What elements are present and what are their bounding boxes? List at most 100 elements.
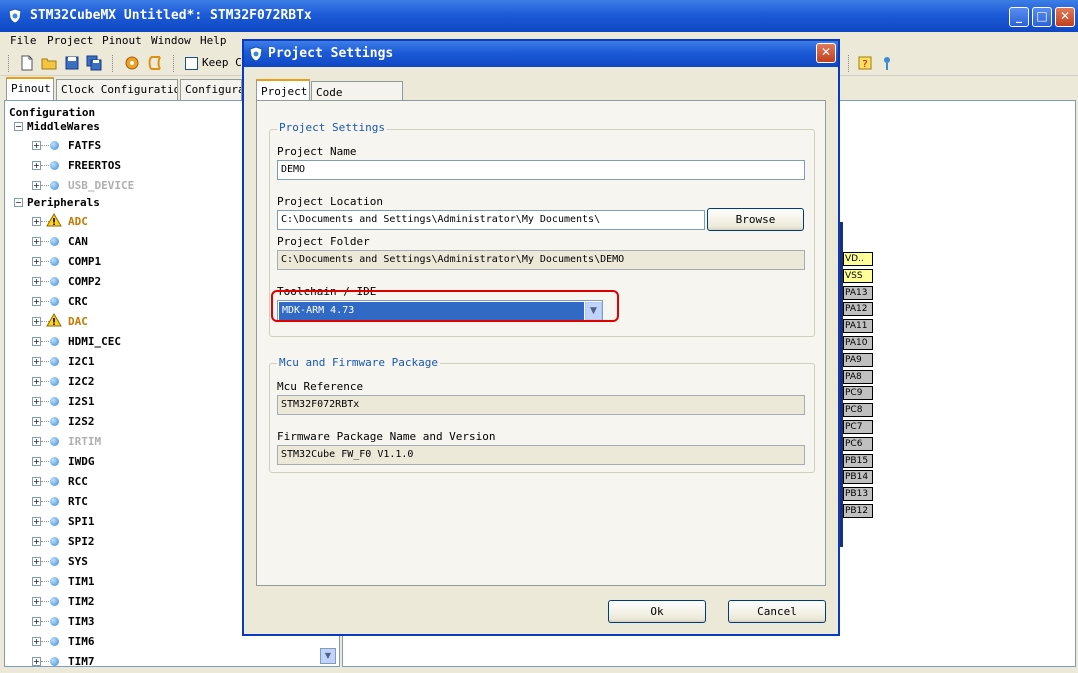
expand-icon[interactable]: + (32, 297, 41, 306)
expand-icon[interactable]: + (32, 181, 41, 190)
peripheral-icon (50, 557, 59, 566)
expand-icon[interactable]: + (32, 557, 41, 566)
save-icon[interactable] (63, 54, 81, 72)
pin-label[interactable]: PA12 (843, 302, 873, 317)
peripheral-icon (50, 257, 59, 266)
menu-pinout[interactable]: Pinout (102, 34, 142, 47)
collapse-icon[interactable]: − (14, 198, 23, 207)
peripheral-icon (50, 237, 59, 246)
project-location-input[interactable]: C:\Documents and Settings\Administrator\… (277, 210, 705, 230)
pin-label[interactable]: VD.. (843, 252, 873, 266)
tree-root-label: Configuration (9, 106, 96, 119)
pin-label[interactable]: PC9 (843, 386, 873, 401)
ok-button[interactable]: Ok (608, 600, 706, 623)
pin-label[interactable]: PB12 (843, 504, 873, 518)
peripheral-icon (50, 337, 59, 346)
app-shield-icon (8, 8, 22, 24)
expand-icon[interactable]: + (32, 357, 41, 366)
tree-item-label: RTC (68, 495, 88, 508)
toolbar-separator (112, 55, 114, 72)
pin-label[interactable]: PB13 (843, 487, 873, 502)
expand-icon[interactable]: + (32, 377, 41, 386)
expand-icon[interactable]: + (32, 537, 41, 546)
peripheral-icon (50, 597, 59, 606)
project-name-label: Project Name (277, 145, 357, 158)
pin-label[interactable]: PA9 (843, 352, 873, 367)
window-title-bar[interactable]: STM32CubeMX Untitled*: STM32F072RBTx _ □… (0, 0, 1078, 32)
expand-icon[interactable]: + (32, 277, 41, 286)
tree-item-label: IRTIM (68, 435, 102, 448)
tree-item-label: IWDG (68, 455, 95, 468)
firmware-package-label: Firmware Package Name and Version (277, 430, 496, 443)
expand-icon[interactable]: + (32, 577, 41, 586)
tree-connector (41, 241, 49, 242)
tree-item-label: I2S2 (68, 415, 95, 428)
pin-label[interactable]: PC8 (843, 403, 873, 418)
pin-label[interactable]: PC7 (843, 420, 873, 434)
tree-connector (41, 541, 49, 542)
tree-connector (41, 501, 49, 502)
menu-window[interactable]: Window (151, 34, 191, 47)
expand-icon[interactable]: + (32, 437, 41, 446)
about-icon[interactable] (878, 54, 896, 72)
tree-connector (41, 601, 49, 602)
pin-label[interactable]: PA10 (843, 336, 873, 350)
help-icon[interactable]: ? (856, 54, 874, 72)
minimize-button[interactable]: _ (1009, 7, 1029, 27)
expand-icon[interactable]: + (32, 597, 41, 606)
pin-label[interactable]: PB15 (843, 453, 873, 468)
menu-project[interactable]: Project (47, 34, 93, 47)
expand-icon[interactable]: + (32, 517, 41, 526)
dialog-close-button[interactable]: ✕ (816, 43, 836, 63)
menu-file[interactable]: File (10, 34, 37, 47)
report-icon[interactable] (146, 54, 164, 72)
browse-button[interactable]: Browse (707, 208, 804, 231)
pin-label[interactable]: PC6 (843, 436, 873, 451)
tree-connector (41, 621, 49, 622)
project-name-input[interactable]: DEMO (277, 160, 805, 180)
pin-label[interactable]: PB14 (843, 470, 873, 485)
cancel-button[interactable]: Cancel (728, 600, 826, 623)
expand-icon[interactable]: + (32, 237, 41, 246)
expand-icon[interactable]: + (32, 477, 41, 486)
pin-label[interactable]: VSS (843, 268, 873, 283)
tab-configuration[interactable]: Configura (180, 79, 242, 100)
pin-label[interactable]: PA13 (843, 285, 873, 300)
expand-icon[interactable]: + (32, 317, 41, 326)
pin-label[interactable]: PA11 (843, 319, 873, 334)
generate-gear-icon[interactable] (123, 54, 141, 72)
tree-item-label: TIM2 (68, 595, 95, 608)
expand-icon[interactable]: + (32, 637, 41, 646)
expand-icon[interactable]: + (32, 397, 41, 406)
save-as-icon[interactable] (85, 54, 103, 72)
expand-icon[interactable]: + (32, 497, 41, 506)
expand-icon[interactable]: + (32, 457, 41, 466)
expand-icon[interactable]: + (32, 161, 41, 170)
collapse-icon[interactable]: − (14, 122, 23, 131)
tree-connector (41, 401, 49, 402)
dialog-title-bar[interactable]: Project Settings ✕ (244, 41, 838, 67)
tab-code-generator[interactable]: Code Generator (311, 81, 403, 112)
open-folder-icon[interactable] (40, 54, 58, 72)
tree-group-label: Peripherals (27, 196, 100, 209)
keep-checkbox[interactable] (185, 57, 198, 70)
tab-clock-configuration[interactable]: Clock Configuration (56, 79, 178, 100)
tree-item-label: I2C1 (68, 355, 95, 368)
tree-connector (41, 361, 49, 362)
maximize-button[interactable]: □ (1032, 7, 1052, 27)
expand-icon[interactable]: + (32, 217, 41, 226)
pin-label[interactable]: PA8 (843, 369, 873, 384)
expand-icon[interactable]: + (32, 257, 41, 266)
menu-help[interactable]: Help (200, 34, 227, 47)
expand-icon[interactable]: + (32, 617, 41, 626)
tree-scroll-down-button[interactable]: ▼ (320, 648, 336, 664)
tab-pinout[interactable]: Pinout (6, 77, 54, 100)
expand-icon[interactable]: + (32, 657, 41, 666)
expand-icon[interactable]: + (32, 141, 41, 150)
toolbar-separator (8, 55, 10, 72)
expand-icon[interactable]: + (32, 417, 41, 426)
peripheral-icon (50, 497, 59, 506)
close-button[interactable]: ✕ (1055, 7, 1075, 27)
new-project-icon[interactable] (18, 54, 36, 72)
expand-icon[interactable]: + (32, 337, 41, 346)
